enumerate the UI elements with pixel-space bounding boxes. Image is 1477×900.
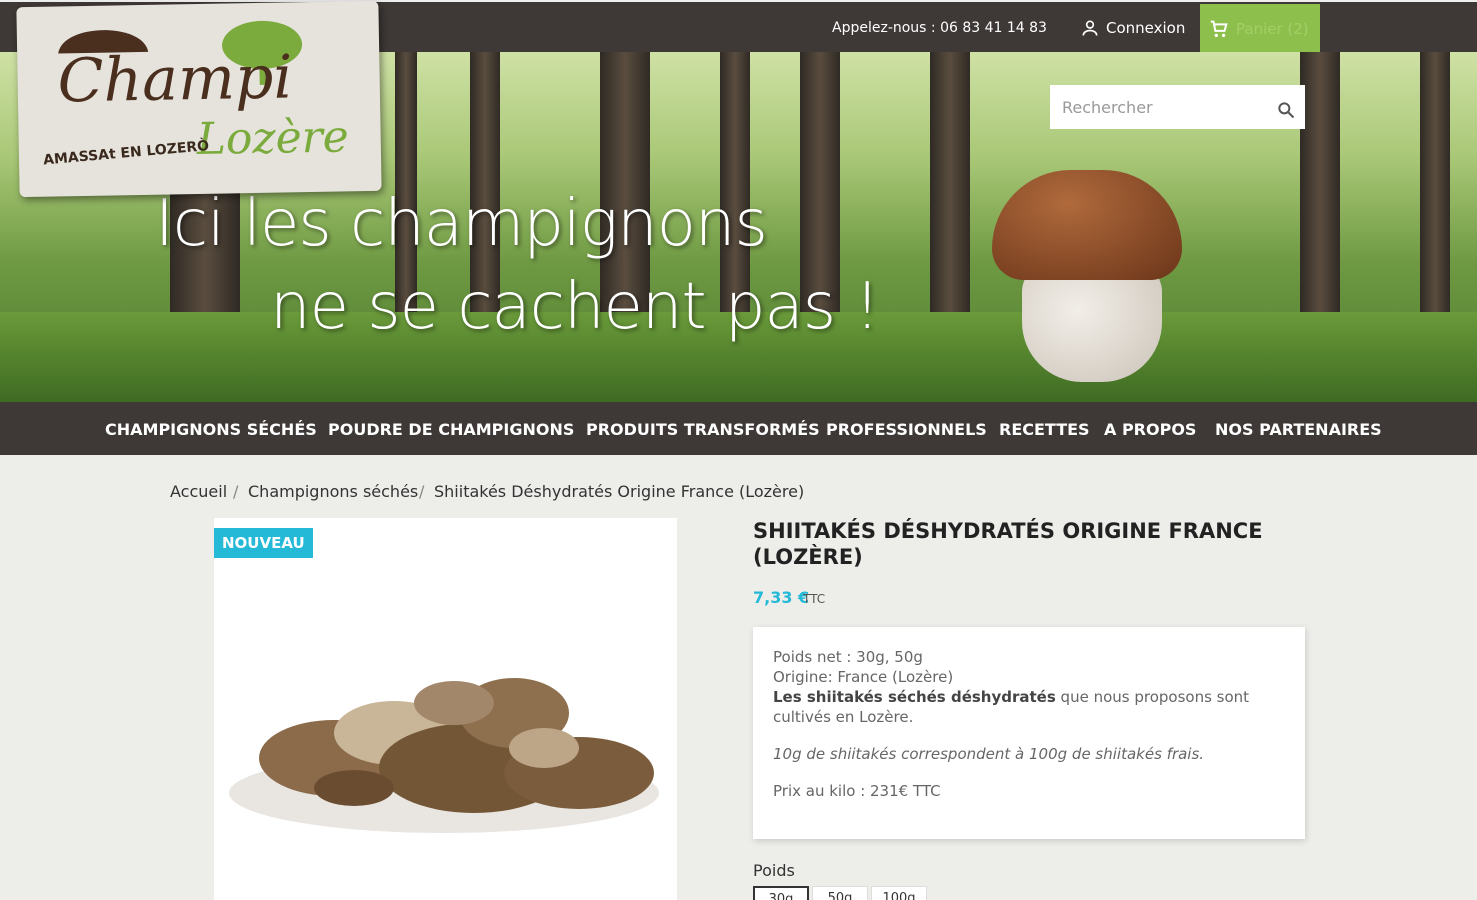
desc-weight: Poids net : 30g, 50g <box>773 648 923 666</box>
search-icon[interactable] <box>1276 100 1296 120</box>
phone-text: Appelez-nous : 06 83 41 14 83 <box>832 20 1047 36</box>
desc-origin: Origine: France (Lozère) <box>773 668 954 686</box>
product-price: 7,33 € <box>753 588 810 607</box>
product-description: Poids net : 30g, 50g Origine: France (Lo… <box>753 627 1305 839</box>
breadcrumb-separator: / <box>419 482 425 501</box>
nav-item-produits-transformes[interactable]: PRODUITS TRANSFORMÉS <box>586 420 820 439</box>
desc-intro: Les shiitakés séchés déshydratés que nou… <box>773 687 1285 727</box>
nav-item-poudre[interactable]: POUDRE DE CHAMPIGNONS <box>328 420 574 439</box>
weight-option-30g[interactable]: 30g <box>753 886 809 900</box>
login-label: Connexion <box>1106 19 1186 37</box>
logo-brand-lozere: Lozère <box>196 111 350 166</box>
hero-line-2: ne se cachent pas ! <box>270 270 880 344</box>
logo-brand-champi: Champi <box>57 42 294 117</box>
breadcrumb-home[interactable]: Accueil <box>170 482 227 501</box>
breadcrumb-category[interactable]: Champignons séchés <box>248 482 418 501</box>
desc-price-per-kilo: Prix au kilo : 231€ TTC <box>773 782 941 800</box>
nav-item-a-propos[interactable]: A PROPOS <box>1104 420 1196 439</box>
logo-tagline: AMASSAt EN LOZERÒ <box>42 138 210 169</box>
nav-item-professionnels[interactable]: PROFESSIONNELS <box>826 420 987 439</box>
login-link[interactable]: Connexion <box>1080 18 1185 38</box>
weight-option-50g[interactable]: 50g <box>812 886 868 900</box>
nav-item-champignons-seches[interactable]: CHAMPIGNONS SÉCHÉS <box>105 420 317 439</box>
tax-label: TTC <box>803 592 826 606</box>
weight-label: Poids <box>753 861 795 880</box>
user-icon <box>1082 20 1098 36</box>
shiitake-photo <box>229 678 659 833</box>
desc-note: 10g de shiitakés correspondent à 100g de… <box>773 745 1205 763</box>
search-input[interactable]: Rechercher <box>1050 85 1305 129</box>
product-title: SHIITAKÉS DÉSHYDRATÉS ORIGINE FRANCE (LO… <box>753 519 1263 569</box>
desc-intro-bold: Les shiitakés séchés déshydratés <box>773 688 1056 706</box>
mushroom-illustration <box>1022 262 1162 382</box>
cart-icon <box>1210 20 1228 38</box>
cart-button[interactable]: Panier (2) <box>1200 4 1320 54</box>
breadcrumb-current: Shiitakés Déshydratés Origine France (Lo… <box>434 482 805 501</box>
cart-label: Panier (2) <box>1236 20 1309 38</box>
nav-item-partenaires[interactable]: NOS PARTENAIRES <box>1215 420 1382 439</box>
search-placeholder: Rechercher <box>1062 97 1153 117</box>
site-logo[interactable]: Champi Lozère AMASSAt EN LOZERÒ <box>16 0 382 198</box>
hero-line-1: Ici les champignons <box>155 187 768 261</box>
breadcrumb-separator: / <box>233 482 239 501</box>
product-image[interactable] <box>214 518 677 900</box>
weight-option-100g[interactable]: 100g <box>871 886 927 900</box>
new-badge: NOUVEAU <box>214 528 313 558</box>
main-nav: CHAMPIGNONS SÉCHÉS POUDRE DE CHAMPIGNONS… <box>0 402 1477 455</box>
nav-item-recettes[interactable]: RECETTES <box>999 420 1090 439</box>
